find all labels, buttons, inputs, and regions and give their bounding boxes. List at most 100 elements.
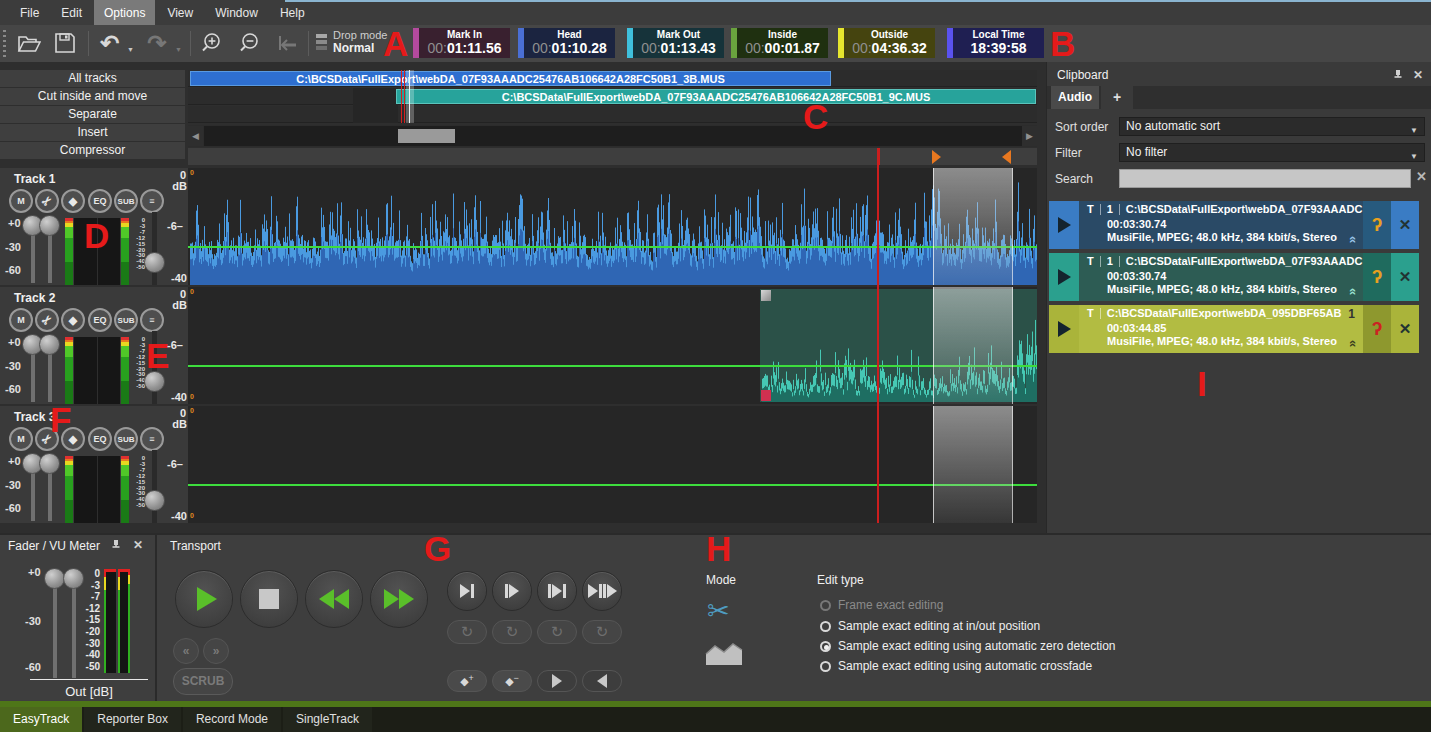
loop-button[interactable]: ↻ <box>447 620 487 644</box>
skip-forward-button[interactable]: » <box>203 638 229 664</box>
mute-button[interactable]: M <box>9 427 33 451</box>
timecode-outside[interactable]: Outside00:04:36.32 <box>838 28 935 58</box>
drop-mode-widget[interactable]: Drop mode Normal <box>333 29 387 55</box>
menu-file[interactable]: File <box>10 0 49 25</box>
waveform-area[interactable]: 0 0 <box>188 168 1037 285</box>
undo-dropdown-icon[interactable]: ▼ <box>127 46 134 53</box>
play-to-mark-button[interactable] <box>447 571 487 611</box>
eq-button[interactable]: EQ <box>88 308 112 332</box>
preview-play-button[interactable] <box>1049 201 1079 249</box>
collapse-icon[interactable]: « <box>1346 288 1361 295</box>
mark-in-flag-icon[interactable] <box>932 150 941 164</box>
cut-mode-icon[interactable]: ✂ <box>707 595 730 627</box>
mark-out-flag-icon[interactable] <box>1002 150 1011 164</box>
sub-button[interactable]: SUB <box>114 189 138 213</box>
loop-button[interactable]: ↻ <box>492 620 532 644</box>
zoom-in-icon[interactable] <box>197 29 225 57</box>
remove-item-icon[interactable]: ✕ <box>1391 253 1419 301</box>
zoom-out-icon[interactable] <box>235 29 263 57</box>
selection-region[interactable] <box>933 287 1013 404</box>
tab-easytrack[interactable]: EasyTrack <box>0 707 82 732</box>
gain-knob-right[interactable] <box>39 215 60 236</box>
open-file-icon[interactable] <box>15 29 43 57</box>
tool-separate[interactable]: Separate <box>0 106 185 123</box>
remove-item-icon[interactable]: ✕ <box>1391 305 1419 353</box>
next-marker-button[interactable] <box>537 670 577 692</box>
mute-button[interactable]: M <box>9 308 33 332</box>
prelisten-ear-icon[interactable]: ʔ <box>1363 253 1391 301</box>
eq-button[interactable]: EQ <box>88 427 112 451</box>
radio-sample-inout[interactable]: Sample exact editing at in/out position <box>820 619 1040 633</box>
gain-knob-right[interactable] <box>39 453 60 474</box>
collapse-icon[interactable]: « <box>1346 236 1361 243</box>
rewind-button[interactable] <box>305 570 363 628</box>
preview-play-button[interactable] <box>1049 305 1079 353</box>
radio-sample-zero[interactable]: Sample exact editing using automatic zer… <box>820 639 1116 653</box>
mute-button[interactable]: M <box>9 189 33 213</box>
scrollbar-track[interactable] <box>204 126 1022 146</box>
clip-handle-bottom[interactable] <box>761 390 771 401</box>
selection-region[interactable] <box>933 406 1013 523</box>
loop-button[interactable]: ↻ <box>582 620 622 644</box>
level-automation-line[interactable] <box>188 365 1037 367</box>
sub-button[interactable]: SUB <box>114 427 138 451</box>
fast-forward-button[interactable] <box>370 570 428 628</box>
track-menu-button[interactable]: ≡ <box>140 189 164 213</box>
play-button[interactable] <box>175 570 233 628</box>
play-around-marks-button[interactable] <box>582 571 622 611</box>
stop-button[interactable] <box>240 570 298 628</box>
remove-item-icon[interactable]: ✕ <box>1391 201 1419 249</box>
scrub-button[interactable]: SCRUB <box>173 668 233 695</box>
close-icon[interactable]: ✕ <box>133 538 143 552</box>
menu-help[interactable]: Help <box>270 0 315 25</box>
tool-insert[interactable]: Insert <box>0 124 185 141</box>
sub-button[interactable]: SUB <box>114 308 138 332</box>
overview-row-3[interactable] <box>188 106 1037 123</box>
toolbar-drag-handle[interactable] <box>3 30 6 57</box>
undo-icon[interactable]: ↶ <box>96 29 124 57</box>
radio-frame-exact[interactable]: Frame exact editing <box>820 598 943 612</box>
scrollbar-thumb[interactable] <box>398 129 455 143</box>
sort-order-select[interactable]: No automatic sort ▼ <box>1119 117 1425 136</box>
timeline-scrollbar[interactable]: ◀ ▶ <box>188 125 1037 147</box>
menu-options[interactable]: Options <box>94 0 155 25</box>
loop-button[interactable]: ↻ <box>537 620 577 644</box>
drop-mode-icon[interactable] <box>316 34 327 52</box>
pin-icon[interactable] <box>111 539 121 552</box>
marker-button[interactable]: ◆ <box>61 189 85 213</box>
prelisten-ear-icon[interactable]: ʔ <box>1363 201 1391 249</box>
timecode-head[interactable]: Head00:01:10.28 <box>518 28 615 58</box>
redo-icon[interactable]: ↷ <box>143 29 171 57</box>
clear-search-icon[interactable]: ✕ <box>1416 169 1427 184</box>
cut-button[interactable]: ✂ <box>35 189 59 213</box>
output-fader-left[interactable] <box>44 568 65 589</box>
play-from-mark-button[interactable] <box>492 571 532 611</box>
eq-button[interactable]: EQ <box>88 189 112 213</box>
search-input[interactable] <box>1119 169 1411 188</box>
close-icon[interactable]: ✕ <box>1413 68 1423 82</box>
timecode-local-time[interactable]: Local Time18:39:58 <box>947 28 1044 58</box>
add-tab-icon[interactable]: + <box>1101 86 1133 109</box>
clipboard-item-1[interactable]: T1C:\BCSData\FullExport\webDA_07F93AAADC… <box>1049 201 1419 249</box>
level-automation-line[interactable] <box>188 484 1037 486</box>
marker-button[interactable]: ◆ <box>61 308 85 332</box>
snap-back-icon[interactable] <box>274 29 302 57</box>
timeline-ruler[interactable] <box>188 148 1037 165</box>
skip-back-button[interactable]: « <box>173 638 199 664</box>
tab-reporter-box[interactable]: Reporter Box <box>84 707 181 732</box>
remove-marker-button[interactable]: ◆− <box>492 670 532 692</box>
volume-fader-knob[interactable] <box>144 490 165 511</box>
playhead-cursor[interactable] <box>877 148 879 523</box>
tab-record-mode[interactable]: Record Mode <box>183 707 281 732</box>
radio-sample-crossfade[interactable]: Sample exact editing using automatic cro… <box>820 659 1092 673</box>
preview-play-button[interactable] <box>1049 253 1079 301</box>
menu-edit[interactable]: Edit <box>51 0 92 25</box>
pin-icon[interactable] <box>1393 69 1403 82</box>
level-automation-line[interactable] <box>188 246 1037 248</box>
timecode-inside[interactable]: Inside00:00:01.87 <box>731 28 828 58</box>
menu-view[interactable]: View <box>157 0 203 25</box>
clipboard-item-2[interactable]: T1C:\BCSData\FullExport\webDA_07F93AAADC… <box>1049 253 1419 301</box>
prelisten-ear-icon[interactable]: ʔ <box>1363 305 1391 353</box>
tab-audio[interactable]: Audio <box>1051 86 1099 109</box>
prev-marker-button[interactable] <box>582 670 622 692</box>
